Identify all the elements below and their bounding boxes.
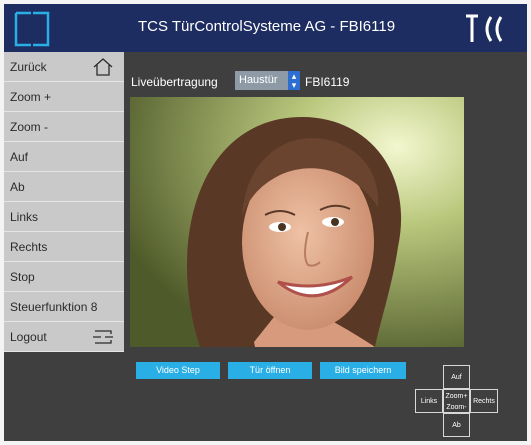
dpad-left-button[interactable]: Links [415, 389, 443, 413]
sidebar-item-label: Rechts [10, 240, 48, 254]
sidebar-item-label: Links [10, 210, 39, 224]
live-stream-label: Liveübertragung [131, 75, 218, 89]
sidebar-item-label: Zurück [10, 60, 47, 74]
header-bar: TCS TürControlSysteme AG - FBI6119 [4, 4, 527, 52]
sidebar-item-label: Logout [10, 330, 47, 344]
sidebar-item-zoom-plus[interactable]: Zoom + [4, 82, 124, 112]
sidebar-menu: Zurück Zoom + Zoom - Auf Ab Links Rechts… [4, 52, 124, 352]
dpad-right-button[interactable]: Rechts [470, 389, 498, 413]
sidebar-item-label: Zoom + [10, 90, 52, 104]
sidebar-item-label: Stop [10, 270, 35, 284]
tcs-square-logo-icon [14, 11, 50, 47]
sidebar-item-label: Zoom - [10, 120, 49, 134]
save-image-button[interactable]: Bild speichern [320, 362, 406, 379]
sidebar-item-links[interactable]: Links [4, 202, 124, 232]
sidebar-item-auf[interactable]: Auf [4, 142, 124, 172]
device-label: FBI6119 [305, 75, 350, 89]
dpad-down-button[interactable]: Ab [443, 413, 470, 437]
dpad-zoom-minus-label: Zoom- [446, 404, 467, 411]
video-step-button[interactable]: Video Step [136, 362, 220, 379]
dpad-zoom-button[interactable]: Zoom+ Zoom- [443, 389, 470, 413]
sidebar-item-stop[interactable]: Stop [4, 262, 124, 292]
open-door-button[interactable]: Tür öffnen [228, 362, 312, 379]
door-select[interactable]: Haustür ▴ ▾ [235, 71, 300, 90]
sidebar-item-steuerfunktion-8[interactable]: Steuerfunktion 8 [4, 292, 124, 322]
dpad-zoom-plus-label: Zoom+ [445, 393, 468, 400]
sidebar-item-ab[interactable]: Ab [4, 172, 124, 202]
tcs-brand-logo-icon [466, 14, 503, 42]
sidebar-item-zoom-minus[interactable]: Zoom - [4, 112, 124, 142]
logout-icon [93, 330, 113, 344]
sidebar-item-rechts[interactable]: Rechts [4, 232, 124, 262]
sidebar-item-logout[interactable]: Logout [4, 322, 124, 352]
door-select-value: Haustür [239, 74, 278, 86]
page-title: TCS TürControlSysteme AG - FBI6119 [138, 18, 396, 35]
sidebar-item-label: Ab [10, 180, 25, 194]
sidebar-item-label: Auf [10, 150, 29, 164]
video-feed [130, 97, 464, 347]
sidebar-item-zurueck[interactable]: Zurück [4, 52, 124, 82]
dpad-up-button[interactable]: Auf [443, 365, 470, 389]
camera-feed-image [130, 97, 464, 347]
app-window: TCS TürControlSysteme AG - FBI6119 Zurüc… [4, 4, 527, 441]
home-icon [93, 58, 113, 76]
select-arrows-icon: ▴ ▾ [288, 71, 300, 90]
sidebar-item-label: Steuerfunktion 8 [10, 300, 98, 314]
